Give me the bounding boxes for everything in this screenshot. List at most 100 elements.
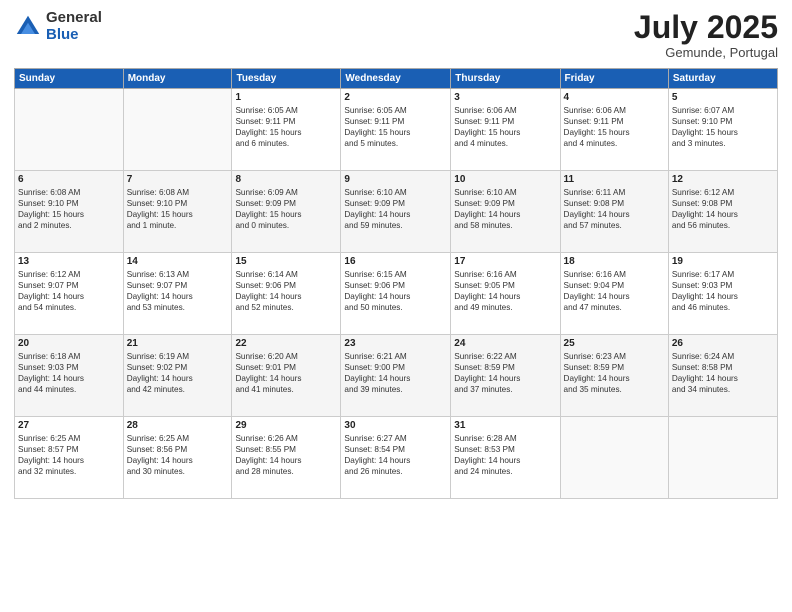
day-info: Sunrise: 6:10 AM Sunset: 9:09 PM Dayligh… [344,187,447,231]
day-number: 9 [344,174,447,185]
calendar-cell: 8Sunrise: 6:09 AM Sunset: 9:09 PM Daylig… [232,171,341,253]
month-title: July 2025 [634,10,778,45]
calendar-cell [123,89,232,171]
header: General Blue July 2025 Gemunde, Portugal [14,10,778,60]
page: General Blue July 2025 Gemunde, Portugal… [0,0,792,612]
day-header-thursday: Thursday [451,69,560,89]
day-number: 12 [672,174,774,185]
day-info: Sunrise: 6:16 AM Sunset: 9:05 PM Dayligh… [454,269,556,313]
day-info: Sunrise: 6:25 AM Sunset: 8:57 PM Dayligh… [18,433,120,477]
day-info: Sunrise: 6:07 AM Sunset: 9:10 PM Dayligh… [672,105,774,149]
day-number: 27 [18,420,120,431]
day-number: 2 [344,92,447,103]
calendar-cell: 28 Sunrise: 6:25 AM Sunset: 8:56 PM Dayli… [123,417,232,499]
day-info: Sunrise: 6:05 AM Sunset: 9:11 PM Dayligh… [344,105,447,149]
title-area: July 2025 Gemunde, Portugal [634,10,778,60]
logo-general: General [46,10,102,27]
day-number: 25 [564,338,665,349]
calendar-week-5: 27 Sunrise: 6:25 AM Sunset: 8:57 PM Dayli… [15,417,778,499]
calendar-week-2: 6Sunrise: 6:08 AM Sunset: 9:10 PM Daylig… [15,171,778,253]
day-info: Sunrise: 6:20 AM Sunset: 9:01 PM Dayligh… [235,351,337,395]
day-header-wednesday: Wednesday [341,69,451,89]
calendar-cell: 10Sunrise: 6:10 AM Sunset: 9:09 PM Dayli… [451,171,560,253]
day-info: Sunrise: 6:23 AM Sunset: 8:59 PM Dayligh… [564,351,665,395]
calendar-cell: 3 Sunrise: 6:06 AM Sunset: 9:11 PM Daylig… [451,89,560,171]
day-number: 3 [454,92,556,103]
day-number: 14 [127,256,229,267]
day-info: Sunrise: 6:18 AM Sunset: 9:03 PM Dayligh… [18,351,120,395]
day-info: Sunrise: 6:27 AM Sunset: 8:54 PM Dayligh… [344,433,447,477]
day-header-tuesday: Tuesday [232,69,341,89]
day-number: 28 [127,420,229,431]
calendar-cell: 31 Sunrise: 6:28 AM Sunset: 8:53 PM Dayli… [451,417,560,499]
subtitle: Gemunde, Portugal [634,45,778,60]
day-info: Sunrise: 6:14 AM Sunset: 9:06 PM Dayligh… [235,269,337,313]
day-info: Sunrise: 6:19 AM Sunset: 9:02 PM Dayligh… [127,351,229,395]
calendar-cell: 6Sunrise: 6:08 AM Sunset: 9:10 PM Daylig… [15,171,124,253]
calendar-cell: 9 Sunrise: 6:10 AM Sunset: 9:09 PM Daylig… [341,171,451,253]
day-number: 10 [454,174,556,185]
logo-text: General Blue [46,10,102,43]
calendar-cell [560,417,668,499]
day-number: 23 [344,338,447,349]
day-number: 26 [672,338,774,349]
calendar-cell: 27 Sunrise: 6:25 AM Sunset: 8:57 PM Dayli… [15,417,124,499]
day-info: Sunrise: 6:08 AM Sunset: 9:10 PM Dayligh… [18,187,120,231]
day-info: Sunrise: 6:16 AM Sunset: 9:04 PM Dayligh… [564,269,665,313]
day-number: 4 [564,92,665,103]
calendar-cell: 22 Sunrise: 6:20 AM Sunset: 9:01 PM Dayli… [232,335,341,417]
day-info: Sunrise: 6:26 AM Sunset: 8:55 PM Dayligh… [235,433,337,477]
calendar-cell: 25 Sunrise: 6:23 AM Sunset: 8:59 PM Dayli… [560,335,668,417]
day-info: Sunrise: 6:12 AM Sunset: 9:07 PM Dayligh… [18,269,120,313]
day-info: Sunrise: 6:06 AM Sunset: 9:11 PM Dayligh… [454,105,556,149]
calendar-week-3: 13 Sunrise: 6:12 AM Sunset: 9:07 PM Dayli… [15,253,778,335]
day-number: 15 [235,256,337,267]
day-info: Sunrise: 6:09 AM Sunset: 9:09 PM Dayligh… [235,187,337,231]
day-number: 11 [564,174,665,185]
calendar-cell: 17 Sunrise: 6:16 AM Sunset: 9:05 PM Dayli… [451,253,560,335]
day-info: Sunrise: 6:06 AM Sunset: 9:11 PM Dayligh… [564,105,665,149]
day-number: 22 [235,338,337,349]
day-number: 24 [454,338,556,349]
calendar-cell: 18Sunrise: 6:16 AM Sunset: 9:04 PM Dayli… [560,253,668,335]
day-number: 31 [454,420,556,431]
day-number: 5 [672,92,774,103]
logo-icon [14,13,42,41]
calendar-cell: 15 Sunrise: 6:14 AM Sunset: 9:06 PM Dayli… [232,253,341,335]
logo-blue: Blue [46,27,102,44]
calendar-cell: 7Sunrise: 6:08 AM Sunset: 9:10 PM Daylig… [123,171,232,253]
day-number: 1 [235,92,337,103]
calendar-week-1: 1 Sunrise: 6:05 AM Sunset: 9:11 PM Daylig… [15,89,778,171]
day-info: Sunrise: 6:08 AM Sunset: 9:10 PM Dayligh… [127,187,229,231]
day-header-saturday: Saturday [668,69,777,89]
calendar-cell [15,89,124,171]
calendar-cell: 5 Sunrise: 6:07 AM Sunset: 9:10 PM Daylig… [668,89,777,171]
day-number: 13 [18,256,120,267]
calendar-cell: 11 Sunrise: 6:11 AM Sunset: 9:08 PM Dayli… [560,171,668,253]
calendar-cell: 24Sunrise: 6:22 AM Sunset: 8:59 PM Dayli… [451,335,560,417]
day-number: 21 [127,338,229,349]
day-header-friday: Friday [560,69,668,89]
calendar-cell: 21 Sunrise: 6:19 AM Sunset: 9:02 PM Dayli… [123,335,232,417]
day-info: Sunrise: 6:11 AM Sunset: 9:08 PM Dayligh… [564,187,665,231]
calendar-week-4: 20Sunrise: 6:18 AM Sunset: 9:03 PM Dayli… [15,335,778,417]
day-info: Sunrise: 6:17 AM Sunset: 9:03 PM Dayligh… [672,269,774,313]
calendar-cell: 26Sunrise: 6:24 AM Sunset: 8:58 PM Dayli… [668,335,777,417]
calendar-cell: 2 Sunrise: 6:05 AM Sunset: 9:11 PM Daylig… [341,89,451,171]
calendar-table: SundayMondayTuesdayWednesdayThursdayFrid… [14,68,778,499]
calendar-cell: 4 Sunrise: 6:06 AM Sunset: 9:11 PM Daylig… [560,89,668,171]
calendar-cell: 12Sunrise: 6:12 AM Sunset: 9:08 PM Dayli… [668,171,777,253]
day-info: Sunrise: 6:13 AM Sunset: 9:07 PM Dayligh… [127,269,229,313]
calendar-cell: 13 Sunrise: 6:12 AM Sunset: 9:07 PM Dayli… [15,253,124,335]
day-number: 30 [344,420,447,431]
calendar-cell: 16Sunrise: 6:15 AM Sunset: 9:06 PM Dayli… [341,253,451,335]
day-info: Sunrise: 6:15 AM Sunset: 9:06 PM Dayligh… [344,269,447,313]
day-info: Sunrise: 6:28 AM Sunset: 8:53 PM Dayligh… [454,433,556,477]
day-header-monday: Monday [123,69,232,89]
calendar-cell: 29Sunrise: 6:26 AM Sunset: 8:55 PM Dayli… [232,417,341,499]
calendar-cell [668,417,777,499]
day-info: Sunrise: 6:21 AM Sunset: 9:00 PM Dayligh… [344,351,447,395]
day-number: 17 [454,256,556,267]
day-info: Sunrise: 6:25 AM Sunset: 8:56 PM Dayligh… [127,433,229,477]
calendar-cell: 1Sunrise: 6:05 AM Sunset: 9:11 PM Daylig… [232,89,341,171]
